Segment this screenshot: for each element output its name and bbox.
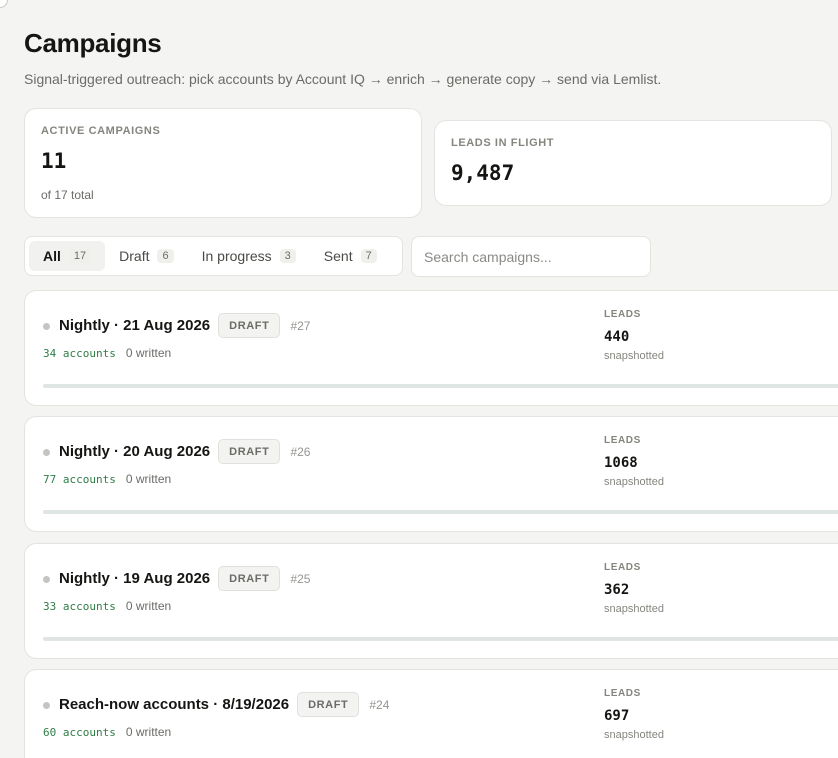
campaign-progress-bar [43,510,838,514]
leads-label: LEADS [604,562,641,573]
accounts-count: 60 accounts [43,725,116,739]
tab-all-count: 17 [68,249,92,263]
tab-all[interactable]: All 17 [29,241,106,271]
campaign-name: Reach-now accounts · 8/19/2026 [59,696,290,713]
leads-sub: snapshotted [604,476,664,488]
written-count: 0 written [125,725,172,739]
leads-value: 1068 [604,455,638,471]
draft-status-dot [43,702,50,709]
active-campaigns-sub: of 17 total [41,188,94,202]
leads-block: LEADS 440 snapshotted [604,309,664,362]
leads-in-flight-value: 9,487 [451,161,515,185]
leads-value: 362 [604,582,630,598]
active-campaigns-label: Active campaigns [41,125,161,137]
page-title: Campaigns [24,28,162,58]
page-subtitle: Signal-triggered outreach: pick accounts… [24,71,662,87]
campaign-name: Nightly · 21 Aug 2026 [59,317,211,334]
campaign-name: Nightly · 20 Aug 2026 [59,443,211,460]
leads-block: LEADS 1068 snapshotted [604,435,664,488]
tab-in-progress-count: 3 [279,249,296,263]
written-count: 0 written [125,346,172,360]
active-campaigns-card: Active campaigns 11 of 17 total [24,108,422,218]
active-campaigns-value: 11 [41,149,67,173]
campaign-name: Nightly · 19 Aug 2026 [59,570,211,587]
written-count: 0 written [125,472,172,486]
leads-block: LEADS 697 snapshotted [604,688,664,741]
window-corner-handle [0,0,8,8]
leads-value: 697 [604,708,630,724]
campaign-id: #26 [290,444,311,459]
draft-status-dot [43,576,50,583]
leads-sub: snapshotted [604,350,664,362]
leads-in-flight-label: Leads in flight [451,137,555,149]
tab-draft[interactable]: Draft 6 [105,241,187,271]
campaign-id: #24 [369,697,390,712]
tab-draft-count: 6 [157,249,174,263]
campaign-progress-bar [43,384,838,388]
status-badge: DRAFT [297,692,360,717]
leads-label: LEADS [604,435,641,446]
campaign-card[interactable]: Nightly · 21 Aug 2026 DRAFT #27 34 accou… [24,290,838,406]
status-badge: DRAFT [218,313,281,338]
tab-sent[interactable]: Sent 7 [310,241,391,271]
tab-sent-count: 7 [360,249,377,263]
leads-sub: snapshotted [604,729,664,741]
campaign-card[interactable]: Reach-now accounts · 8/19/2026 DRAFT #24… [24,669,838,758]
search-campaigns-input[interactable] [411,236,651,277]
campaign-id: #25 [290,571,311,586]
leads-sub: snapshotted [604,603,664,615]
accounts-count: 34 accounts [43,346,116,360]
campaign-progress-bar [43,637,838,641]
leads-value: 440 [604,329,630,345]
campaign-id: #27 [290,318,311,333]
campaign-card[interactable]: Nightly · 20 Aug 2026 DRAFT #26 77 accou… [24,416,838,532]
leads-block: LEADS 362 snapshotted [604,562,664,615]
status-badge: DRAFT [218,439,281,464]
leads-label: LEADS [604,688,641,699]
tab-all-label: All [43,248,61,264]
status-badge: DRAFT [218,566,281,591]
leads-label: LEADS [604,309,641,320]
tab-in-progress[interactable]: In progress 3 [188,241,310,271]
written-count: 0 written [125,599,172,613]
tab-draft-label: Draft [119,248,150,264]
accounts-count: 33 accounts [43,599,116,613]
leads-in-flight-card: Leads in flight 9,487 [434,120,832,206]
tab-sent-label: Sent [323,248,353,264]
draft-status-dot [43,449,50,456]
accounts-count: 77 accounts [43,472,116,486]
campaign-card[interactable]: Nightly · 19 Aug 2026 DRAFT #25 33 accou… [24,543,838,659]
tab-in-progress-label: In progress [201,248,272,264]
draft-status-dot [43,323,50,330]
status-filter-tabs: All 17 Draft 6 In progress 3 Sent 7 [24,236,403,276]
